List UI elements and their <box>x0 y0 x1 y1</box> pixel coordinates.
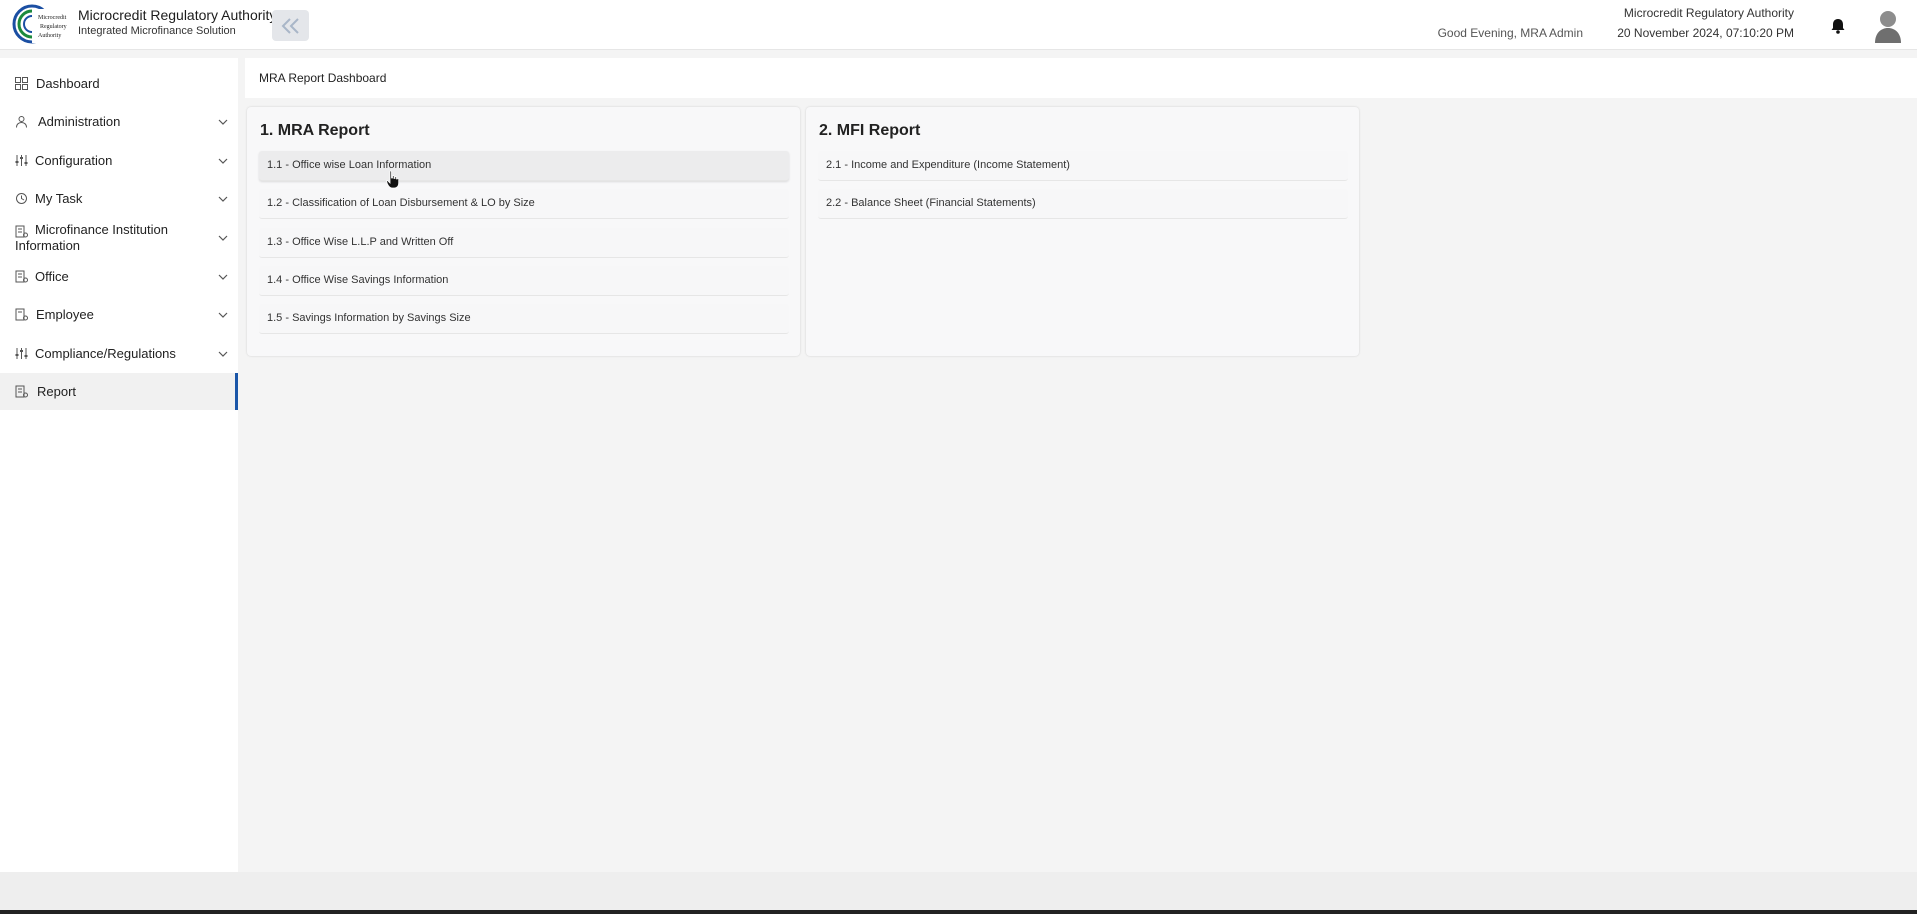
current-datetime: 20 November 2024, 07:10:20 PM <box>1617 26 1794 40</box>
sidebar-item-report[interactable]: Report <box>0 373 238 410</box>
double-chevron-left-icon <box>281 17 299 34</box>
task-icon <box>16 193 27 204</box>
report-link-1-1[interactable]: 1.1 - Office wise Loan Information <box>259 151 789 181</box>
report-link-1-2[interactable]: 1.2 - Classification of Loan Disbursemen… <box>259 189 789 219</box>
sidebar-item-label: Employee <box>36 306 94 322</box>
sidebar-item-dashboard[interactable]: Dashboard <box>0 74 238 92</box>
card-title: 1. MRA Report <box>260 122 370 139</box>
employee-icon <box>15 308 28 321</box>
chevron-down-icon <box>218 274 228 280</box>
report-link-2-1[interactable]: 2.1 - Income and Expenditure (Income Sta… <box>818 151 1348 181</box>
sidebar-item-label-line1: Microfinance Institution <box>35 222 168 237</box>
sidebar-item-label: Administration <box>38 113 121 129</box>
chevron-down-icon <box>218 158 228 164</box>
report-link-1-3[interactable]: 1.3 - Office Wise L.L.P and Written Off <box>259 228 789 258</box>
app-title: Microcredit Regulatory Authority <box>78 7 277 23</box>
sidebar-item-label: Office <box>35 268 69 284</box>
sliders-icon <box>15 155 28 166</box>
mra-logo[interactable]: Microcredit Regulatory Authority <box>12 3 72 45</box>
sidebar-item-label: My Task <box>35 190 83 206</box>
sidebar-item-label: Configuration <box>35 152 113 168</box>
footer-bar <box>0 872 1917 910</box>
user-avatar-icon <box>1875 11 1901 43</box>
sidebar-item-configuration[interactable]: Configuration <box>0 151 238 169</box>
sidebar-item-label: Report <box>37 384 77 399</box>
sidebar-item-employee[interactable]: Employee <box>0 305 238 323</box>
sidebar-item-my-task[interactable]: My Task <box>0 189 238 207</box>
bell-icon <box>1831 19 1845 34</box>
mra-report-card: 1. MRA Report 1.1 - Office wise Loan Inf… <box>247 107 800 356</box>
sidebar-item-office[interactable]: Office <box>0 267 238 285</box>
grid-icon <box>15 77 28 90</box>
organization-name: Microcredit Regulatory Authority <box>1623 6 1794 20</box>
page-header: MRA Report Dashboard <box>245 58 1917 98</box>
report-link-1-4[interactable]: 1.4 - Office Wise Savings Information <box>259 266 789 296</box>
sidebar-item-label-line2: Information <box>15 238 81 253</box>
office-icon <box>15 270 28 283</box>
chevron-down-icon <box>218 119 228 125</box>
svg-text:Microcredit: Microcredit <box>38 15 67 21</box>
admin-icon <box>16 116 27 128</box>
chevron-down-icon <box>218 196 228 202</box>
sidebar-item-compliance-regulations[interactable]: Compliance/Regulations <box>0 344 238 362</box>
sidebar-item-label: Dashboard <box>36 75 100 91</box>
svg-text:Authority: Authority <box>38 33 61 39</box>
app-subtitle: Integrated Microfinance Solution <box>78 25 236 37</box>
sidebar: Dashboard Administration Configuration M… <box>0 58 238 872</box>
chevron-down-icon <box>218 312 228 318</box>
sidebar-item-microfinance-institution-information[interactable]: Microfinance Institution Information <box>0 221 238 255</box>
chevron-down-icon <box>218 351 228 357</box>
chevron-down-icon <box>218 235 228 241</box>
top-header: Microcredit Regulatory Authority Microcr… <box>0 0 1917 50</box>
report-icon <box>15 385 28 398</box>
hand-pointer-cursor-icon <box>386 170 400 189</box>
user-avatar[interactable] <box>1873 9 1903 43</box>
sidebar-item-label: Microfinance Institution Information <box>15 222 168 254</box>
collapse-sidebar-button[interactable] <box>272 10 309 41</box>
report-link-2-2[interactable]: 2.2 - Balance Sheet (Financial Statement… <box>818 189 1348 219</box>
report-link-1-5[interactable]: 1.5 - Savings Information by Savings Siz… <box>259 304 789 334</box>
svg-text:Regulatory: Regulatory <box>40 24 67 30</box>
mfi-report-card: 2. MFI Report 2.1 - Income and Expenditu… <box>806 107 1359 356</box>
sliders-icon <box>15 348 28 359</box>
sidebar-item-administration[interactable]: Administration <box>0 112 238 130</box>
notification-button[interactable] <box>1829 17 1847 35</box>
sidebar-item-label: Compliance/Regulations <box>35 345 176 361</box>
greeting-text: Good Evening, MRA Admin <box>1437 26 1583 40</box>
card-title: 2. MFI Report <box>819 122 921 139</box>
page-title: MRA Report Dashboard <box>259 71 387 85</box>
bottom-border <box>0 910 1917 914</box>
